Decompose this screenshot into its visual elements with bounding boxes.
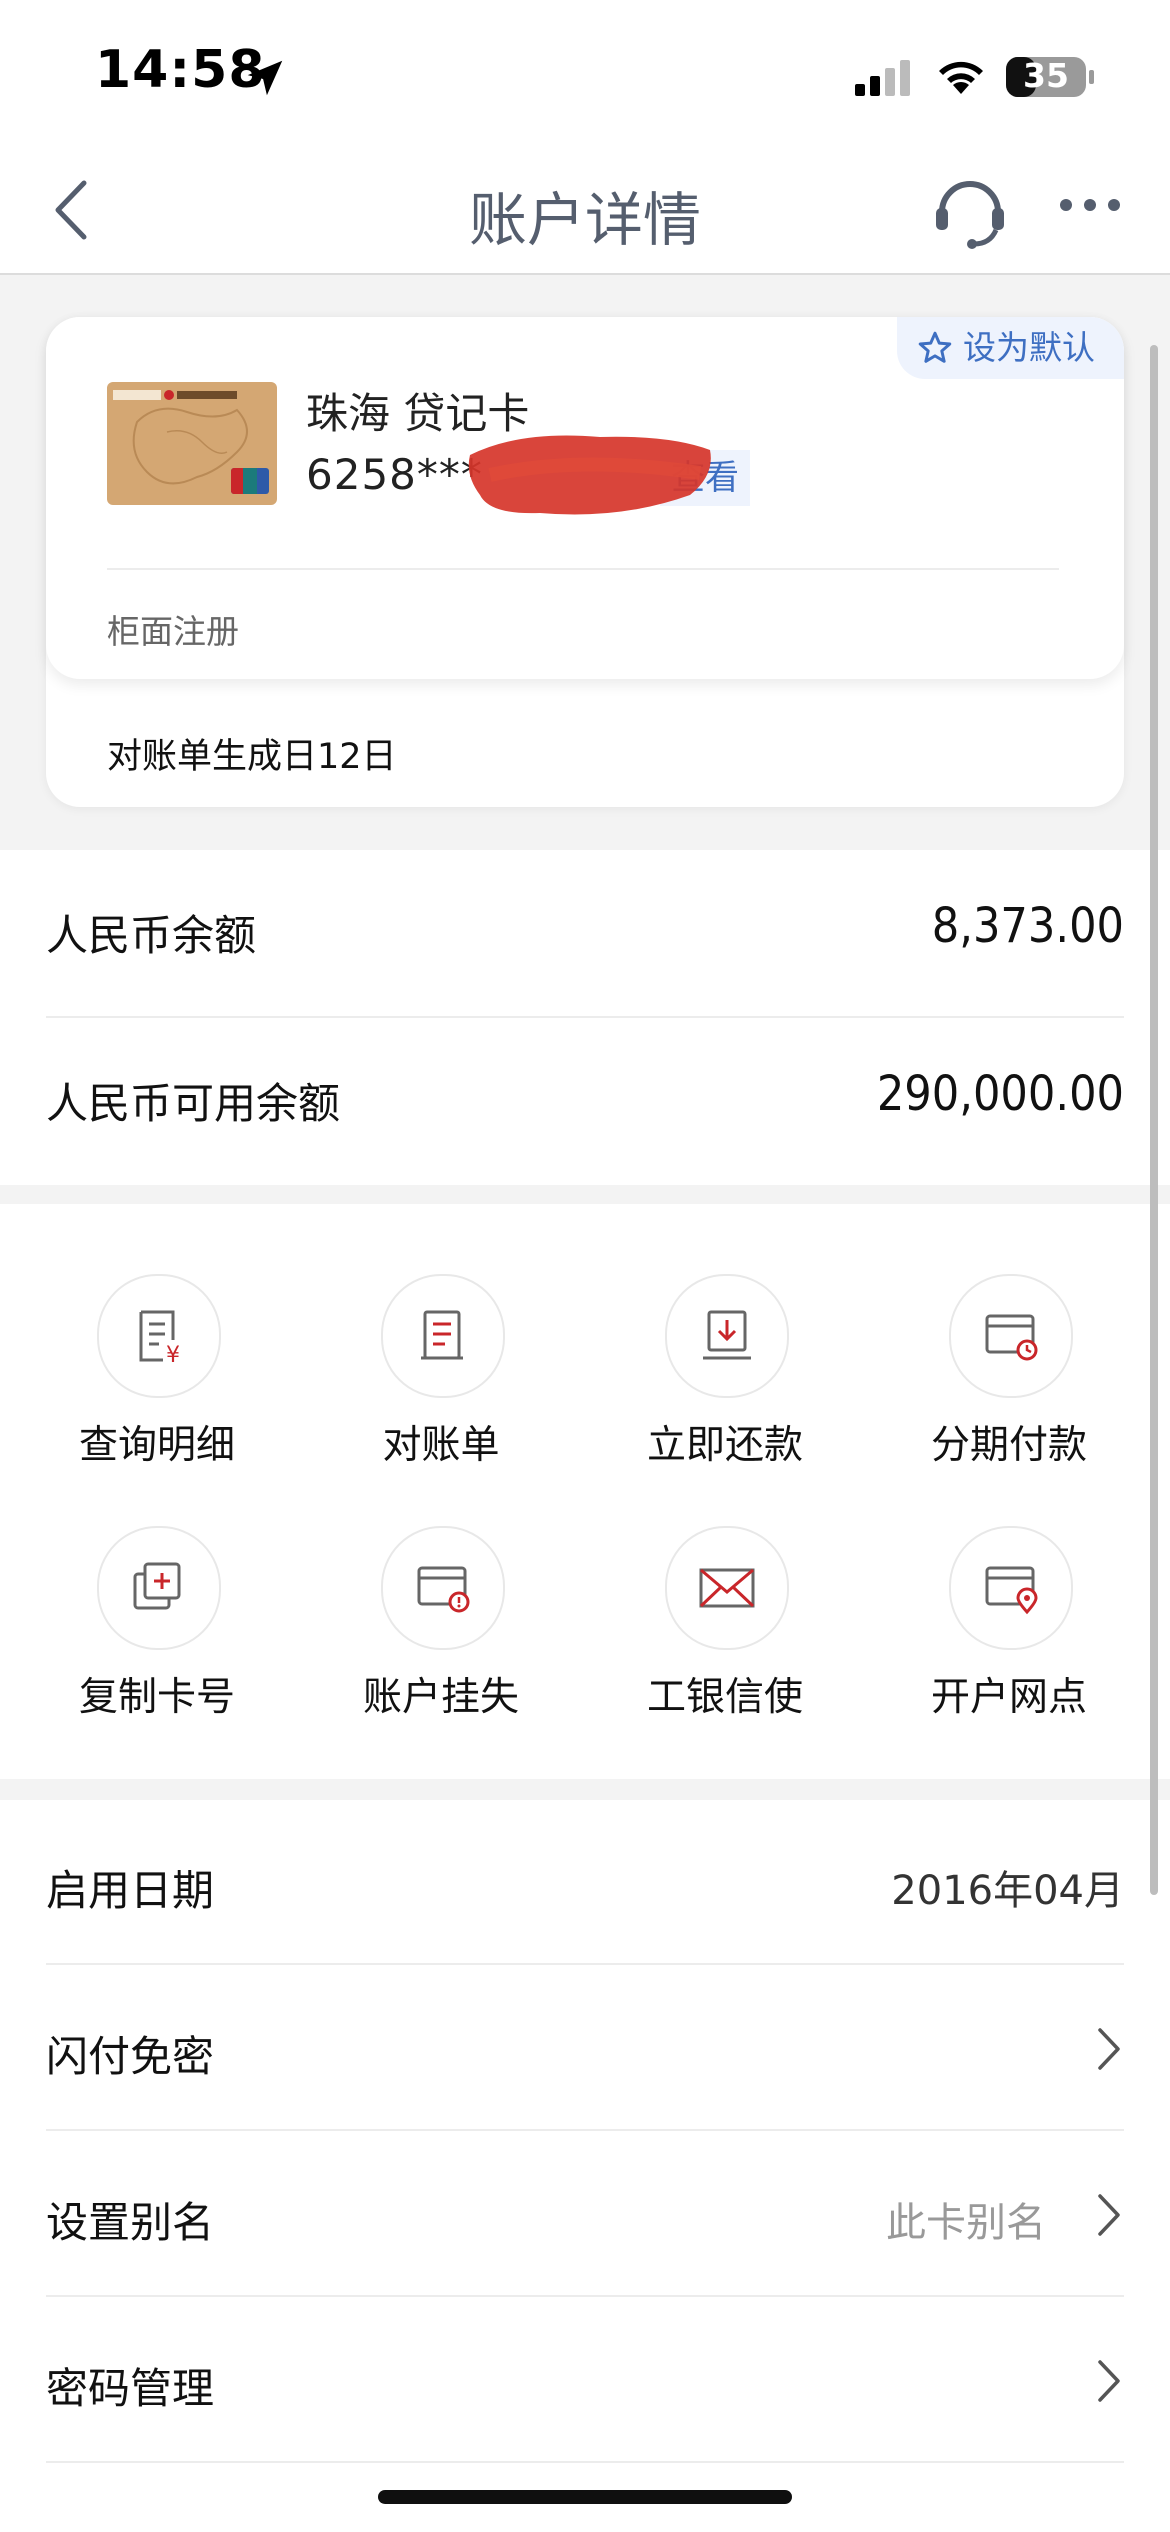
- copy-card-number-button[interactable]: 复制卡号: [27, 1526, 287, 1736]
- bank-card-image: [107, 382, 277, 505]
- activation-date-label: 启用日期: [46, 1866, 215, 1915]
- battery-level: 35: [1023, 56, 1069, 95]
- query-detail-label: 查询明细: [78, 1423, 235, 1468]
- report-loss-icon: [417, 1566, 470, 1613]
- divider: [46, 2129, 1124, 2131]
- star-icon: [918, 331, 952, 363]
- divider: [46, 2461, 1124, 2463]
- more-options-icon[interactable]: [1058, 195, 1122, 215]
- icon-circle: [665, 1526, 789, 1650]
- icon-circle: ¥: [97, 1274, 221, 1398]
- wifi-icon: [939, 61, 983, 94]
- available-balance-label: 人民币可用余额: [46, 1079, 341, 1128]
- set-alias-row[interactable]: 设置别名 此卡别名: [46, 2132, 1124, 2297]
- divider: [46, 1963, 1124, 1965]
- icon-circle: [381, 1526, 505, 1650]
- copy-card-number-label: 复制卡号: [78, 1675, 235, 1720]
- installment-icon: [985, 1314, 1038, 1361]
- repay-now-label: 立即还款: [646, 1423, 803, 1468]
- location-arrow-icon: [247, 60, 283, 96]
- icbc-messenger-button[interactable]: 工银信使: [595, 1526, 855, 1736]
- status-bar: 14:58 35: [0, 0, 1170, 145]
- repay-now-button[interactable]: 立即还款: [595, 1274, 855, 1484]
- status-time: 14:58: [95, 40, 266, 100]
- balance-value: 8,373.00: [931, 898, 1124, 954]
- registration-method: 柜面注册: [107, 612, 239, 651]
- copy-icon: [133, 1562, 181, 1610]
- card-divider: [107, 568, 1059, 570]
- set-default-button[interactable]: 设为默认: [897, 317, 1124, 379]
- installment-label: 分期付款: [930, 1423, 1087, 1468]
- branch-location-button[interactable]: 开户网点: [879, 1526, 1139, 1736]
- settings-list: 启用日期 2016年04月 闪付免密 设置别名 此卡别名 密码管理: [0, 1800, 1170, 2532]
- icon-circle: [381, 1274, 505, 1398]
- statement-label: 对账单: [382, 1423, 500, 1468]
- chevron-right-icon: [1098, 2194, 1120, 2236]
- balance-section: 人民币余额 8,373.00 人民币可用余额 290,000.00: [0, 850, 1170, 1185]
- divider: [46, 2295, 1124, 2297]
- card-number: 6258***: [306, 450, 483, 499]
- available-balance-row: 人民币可用余额 290,000.00: [46, 1018, 1124, 1184]
- installment-button[interactable]: 分期付款: [879, 1274, 1139, 1484]
- balance-row: 人民币余额 8,373.00: [46, 850, 1124, 1016]
- customer-service-icon[interactable]: [930, 170, 1010, 250]
- password-management-label: 密码管理: [46, 2364, 215, 2413]
- function-grid: ¥ 查询明细 对账单 立即还款 分期付款 复制卡号 账户挂失 工银信使 开户网点: [0, 1204, 1170, 1779]
- nav-bar: 账户详情: [0, 145, 1170, 275]
- repay-icon: [703, 1310, 751, 1360]
- password-management-row[interactable]: 密码管理: [46, 2298, 1124, 2463]
- icon-circle: [949, 1526, 1073, 1650]
- activation-date-value: 2016年04月: [891, 1868, 1124, 1914]
- query-detail-icon: ¥: [139, 1310, 180, 1366]
- svg-text:¥: ¥: [166, 1343, 180, 1366]
- quickpass-no-pin-row[interactable]: 闪付免密: [46, 1966, 1124, 2131]
- balance-label: 人民币余额: [46, 911, 257, 960]
- scrollbar[interactable]: [1150, 345, 1158, 1895]
- alias-hint: 此卡别名: [886, 2200, 1046, 2246]
- icon-circle: [949, 1274, 1073, 1398]
- chevron-right-icon: [1098, 2028, 1120, 2070]
- icon-circle: [665, 1274, 789, 1398]
- report-loss-label: 账户挂失: [362, 1675, 519, 1720]
- set-alias-label: 设置别名: [46, 2198, 215, 2247]
- icon-circle: [97, 1526, 221, 1650]
- icbc-messenger-label: 工银信使: [646, 1675, 803, 1720]
- home-indicator[interactable]: [378, 2490, 792, 2504]
- query-detail-button[interactable]: ¥ 查询明细: [27, 1274, 287, 1484]
- statement-button[interactable]: 对账单: [311, 1274, 571, 1484]
- set-default-label: 设为默认: [963, 328, 1095, 367]
- activation-date-row: 启用日期 2016年04月: [46, 1800, 1124, 1965]
- mail-icon: [699, 1568, 755, 1608]
- redaction-mark: [468, 435, 711, 515]
- chevron-right-icon: [1098, 2360, 1120, 2402]
- available-balance-value: 290,000.00: [876, 1066, 1124, 1122]
- report-loss-button[interactable]: 账户挂失: [311, 1526, 571, 1736]
- quickpass-no-pin-label: 闪付免密: [46, 2032, 215, 2081]
- statement-day: 对账单生成日12日: [107, 737, 397, 777]
- branch-location-icon: [985, 1566, 1038, 1615]
- cellular-signal-icon: [855, 60, 910, 96]
- statement-icon: [421, 1310, 463, 1360]
- branch-location-label: 开户网点: [930, 1675, 1087, 1720]
